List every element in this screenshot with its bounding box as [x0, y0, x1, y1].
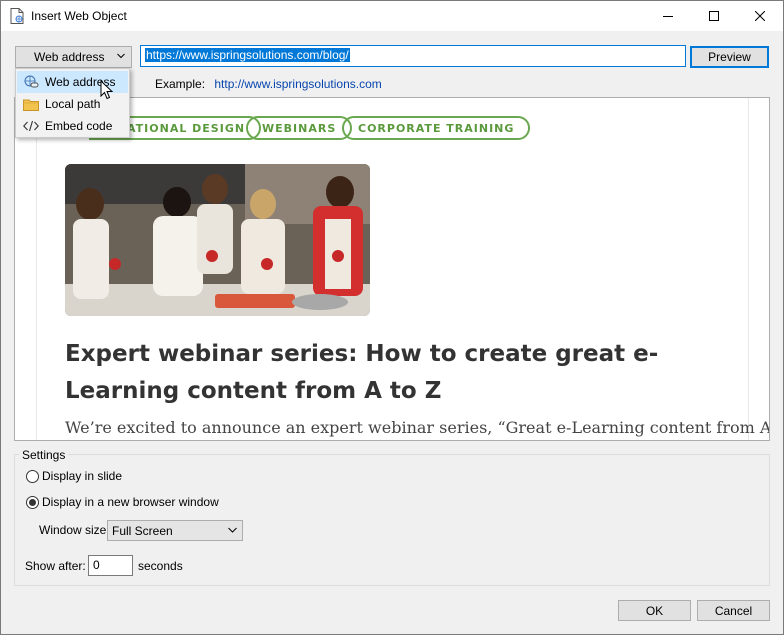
- folder-icon: [23, 99, 39, 111]
- insert-web-object-dialog: Insert Web Object Web address https://ww…: [0, 0, 784, 635]
- code-icon: [23, 120, 39, 132]
- address-type-menu: Web address Local path Embed code: [15, 68, 130, 138]
- show-after-label: Show after:: [25, 559, 86, 573]
- example-label: Example:: [155, 77, 206, 91]
- category-chip-corporate-training[interactable]: CORPORATE TRAINING: [342, 116, 531, 140]
- seconds-label: seconds: [138, 559, 183, 573]
- minimize-button[interactable]: [645, 1, 691, 31]
- display-in-slide-option[interactable]: Display in slide: [26, 469, 122, 483]
- url-input[interactable]: https://www.ispringsolutions.com/blog/: [140, 45, 686, 67]
- address-type-label: Web address: [34, 50, 105, 64]
- close-button[interactable]: [737, 1, 783, 31]
- window-title: Insert Web Object: [31, 9, 127, 23]
- cancel-button[interactable]: Cancel: [697, 600, 770, 621]
- article-intro: We’re excited to announce an expert webi…: [65, 418, 770, 437]
- title-bar: Insert Web Object: [1, 1, 783, 31]
- preview-button[interactable]: Preview: [690, 46, 769, 68]
- display-in-slide-label: Display in slide: [42, 469, 123, 483]
- window-size-label: Window size:: [39, 523, 110, 537]
- display-in-browser-label: Display in a new browser window: [42, 495, 219, 509]
- article-headline[interactable]: Expert webinar series: How to create gre…: [65, 336, 745, 410]
- window-size-select[interactable]: Full Screen: [107, 520, 243, 541]
- maximize-button[interactable]: [691, 1, 737, 31]
- ok-button[interactable]: OK: [618, 600, 691, 621]
- chevron-down-icon: [228, 527, 237, 533]
- window-size-value: Full Screen: [112, 524, 173, 538]
- menu-item-label: Embed code: [45, 119, 113, 133]
- close-icon: [755, 11, 765, 21]
- example-url: http://www.ispringsolutions.com: [214, 77, 382, 91]
- settings-legend: Settings: [19, 448, 69, 462]
- category-chip-webinars[interactable]: WEBINARS: [246, 116, 353, 140]
- web-link-icon: [24, 75, 39, 88]
- minimize-icon: [663, 16, 673, 17]
- menu-item-embed-code[interactable]: Embed code: [17, 115, 128, 137]
- radio-display-in-browser[interactable]: [26, 495, 39, 509]
- blog-page: ATIONAL DESIGN WEBINARS CORPORATE TRAINI…: [36, 98, 769, 440]
- menu-item-label: Local path: [45, 97, 101, 111]
- show-after-input[interactable]: 0: [88, 555, 133, 576]
- url-value: https://www.ispringsolutions.com/blog/: [145, 48, 350, 62]
- mouse-cursor-icon: [100, 80, 113, 100]
- maximize-icon: [709, 11, 719, 21]
- radio-display-in-slide[interactable]: [26, 469, 39, 483]
- web-preview-pane[interactable]: ATIONAL DESIGN WEBINARS CORPORATE TRAINI…: [14, 97, 770, 441]
- example-hint: Example: http://www.ispringsolutions.com: [155, 77, 382, 91]
- address-type-dropdown[interactable]: Web address: [15, 46, 132, 68]
- chevron-down-icon: [117, 53, 125, 59]
- cooking-class-photo: [65, 164, 370, 316]
- display-in-browser-option[interactable]: Display in a new browser window: [26, 495, 219, 509]
- document-web-icon: [10, 8, 24, 24]
